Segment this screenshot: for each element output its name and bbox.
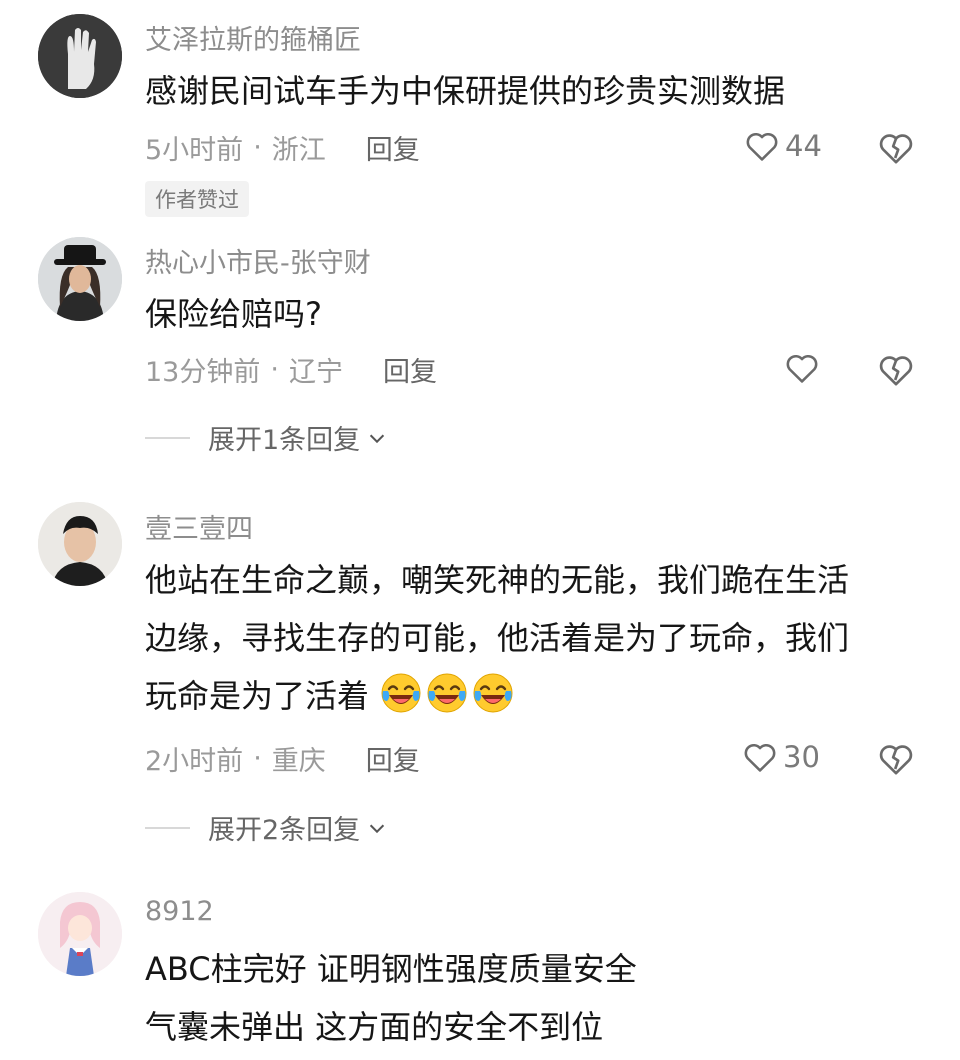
avatar[interactable]: [38, 502, 122, 586]
location: 重庆: [271, 746, 326, 777]
divider: [145, 436, 190, 439]
laughing-crying-emoji-icon: [473, 673, 513, 713]
comment-text: ABC柱完好 证明钢性强度质量安全 气囊未弹出 这方面的安全不到位: [145, 940, 637, 1056]
heart-outline-icon: [744, 743, 776, 772]
comment-line-with-emoji: 玩命是为了活着: [145, 667, 849, 725]
laughing-crying-emoji-icon: [381, 673, 421, 713]
comment-text: 感谢民间试车手为中保研提供的珍贵实测数据: [145, 62, 785, 120]
location: 辽宁: [288, 357, 343, 388]
heart-outline-icon: [786, 354, 818, 383]
separator: ·: [253, 743, 262, 774]
comment-text: 他站在生命之巅，嘲笑死神的无能，我们跪在生活 边缘，寻找生存的可能，他活着是为了…: [145, 551, 849, 725]
username[interactable]: 壹三壹四: [145, 507, 253, 546]
laughing-crying-emoji-icon: [427, 673, 467, 713]
broken-heart-icon[interactable]: [876, 350, 916, 390]
chevron-down-icon: [370, 824, 385, 833]
emoji-group: [369, 673, 517, 715]
username[interactable]: 艾泽拉斯的箍桶匠: [145, 18, 361, 57]
reply-button[interactable]: 回复: [366, 128, 420, 167]
comment-line: 玩命是为了活着: [145, 677, 370, 715]
comment-line: 边缘，寻找生存的可能，他活着是为了玩命，我们: [145, 619, 850, 657]
comment-line: 气囊未弹出 这方面的安全不到位: [145, 1008, 604, 1046]
comment-meta: 5小时前 · 浙江 回复: [145, 128, 420, 167]
avatar[interactable]: [38, 892, 122, 976]
timestamp: 2小时前: [145, 746, 244, 777]
comment-text: 保险给赔吗?: [145, 285, 322, 343]
comment-line: 感谢民间试车手为中保研提供的珍贵实测数据: [145, 72, 786, 110]
timestamp: 13分钟前: [145, 357, 261, 388]
like-count: 44: [785, 129, 822, 163]
reply-button[interactable]: 回复: [383, 350, 437, 389]
separator: ·: [253, 132, 262, 163]
like-button[interactable]: 44: [743, 127, 822, 165]
comment-meta: 2小时前 · 重庆 回复: [145, 739, 420, 778]
like-button[interactable]: [783, 349, 821, 387]
reply-button[interactable]: 回复: [366, 739, 420, 778]
chevron-down-icon: [370, 434, 385, 443]
broken-heart-icon[interactable]: [876, 739, 916, 779]
username[interactable]: 热心小市民-张守财: [145, 241, 371, 280]
comment-line: 保险给赔吗?: [145, 295, 322, 333]
divider: [145, 826, 190, 829]
heart-outline-icon: [746, 132, 778, 161]
separator: ·: [270, 354, 279, 385]
expand-label: 展开2条回复: [208, 815, 361, 846]
avatar[interactable]: [38, 237, 122, 321]
timestamp: 5小时前: [145, 135, 244, 166]
comment-line: 他站在生命之巅，嘲笑死神的无能，我们跪在生活: [145, 561, 850, 599]
expand-replies-button[interactable]: 展开1条回复: [145, 418, 388, 457]
comment-line: ABC柱完好 证明钢性强度质量安全: [145, 950, 637, 988]
expand-label: 展开1条回复: [208, 425, 361, 456]
username[interactable]: 8912: [145, 896, 214, 927]
comment-meta: 13分钟前 · 辽宁 回复: [145, 350, 437, 389]
like-button[interactable]: 30: [741, 738, 820, 776]
author-liked-badge: 作者赞过: [145, 181, 249, 217]
like-count: 30: [783, 740, 820, 774]
expand-replies-button[interactable]: 展开2条回复: [145, 808, 388, 847]
broken-heart-icon[interactable]: [876, 128, 916, 168]
avatar[interactable]: [38, 14, 122, 98]
location: 浙江: [271, 135, 326, 166]
